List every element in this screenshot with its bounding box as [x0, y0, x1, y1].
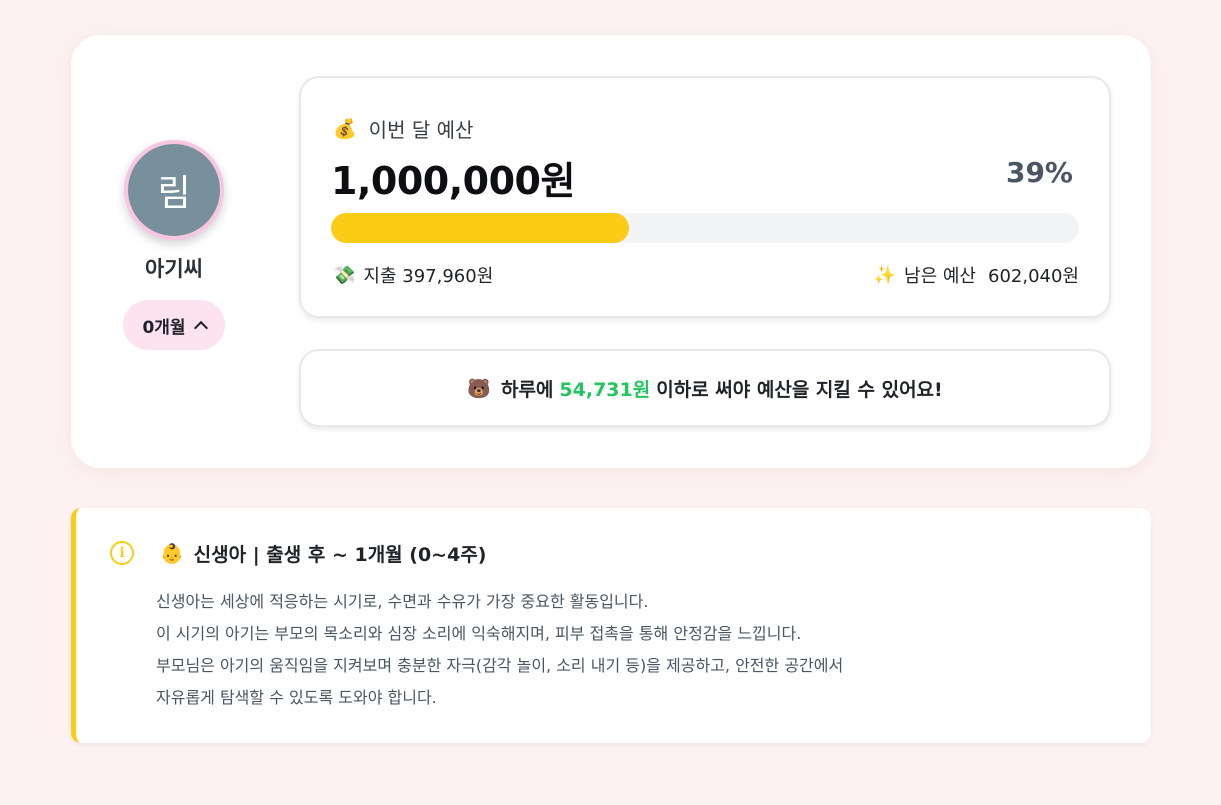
bear-icon: 🐻 — [467, 377, 491, 400]
development-info-card: i 👶 신생아 | 출생 후 ~ 1개월 (0~4주) 신생아는 세상에 적응하… — [71, 508, 1151, 743]
info-line: 자유롭게 탐색할 수 있도록 도와야 합니다. — [156, 688, 437, 707]
spent-label: 지출 397,960원 — [363, 266, 494, 287]
info-line: 부모님은 아기의 움직임을 지켜보며 충분한 자극(감각 놀이, 소리 내기 등… — [156, 656, 844, 675]
sparkles-icon: ✨ — [873, 264, 897, 286]
budget-title: 💰 이번 달 예산 — [333, 114, 473, 143]
budget-amount: 1,000,000원 — [331, 159, 575, 203]
avatar-initial: 림 — [157, 173, 191, 214]
info-title: 👶 신생아 | 출생 후 ~ 1개월 (0~4주) — [160, 540, 487, 567]
baby-icon: 👶 — [160, 543, 184, 565]
age-label: 0개월 — [142, 317, 186, 338]
budget-percent: 39% — [1005, 156, 1073, 189]
budget-title-text: 이번 달 예산 — [368, 118, 474, 142]
monthly-budget-card: 💰 이번 달 예산 1,000,000원 39% 💸 지출 397,960원 ✨… — [299, 76, 1111, 318]
info-line: 신생아는 세상에 적응하는 시기로, 수면과 수유가 가장 중요한 활동입니다. — [156, 592, 649, 611]
remaining-label: 남은 예산 — [904, 266, 976, 287]
baby-name: 아기씨 — [145, 257, 203, 281]
info-circle-icon: i — [110, 541, 134, 565]
budget-progress-bar — [331, 213, 1079, 243]
daily-prefix: 하루에 — [500, 378, 554, 401]
remaining-amount: 602,040원 — [988, 266, 1079, 287]
info-description: 신생아는 세상에 적응하는 시기로, 수면과 수유가 가장 중요한 활동입니다.… — [156, 586, 1116, 714]
info-line: 이 시기의 아기는 부모의 목소리와 심장 소리에 익숙해지며, 피부 접촉을 … — [156, 624, 802, 643]
remaining-summary: ✨ 남은 예산 602,040원 — [874, 262, 1079, 288]
spent-summary: 💸 지출 397,960원 — [333, 262, 493, 288]
chevron-up-icon — [193, 320, 208, 335]
baby-profile: 림 아기씨 0개월 — [71, 35, 299, 468]
money-bag-icon: 💰 — [333, 118, 357, 140]
info-title-text: 신생아 | 출생 후 ~ 1개월 (0~4주) — [193, 544, 487, 566]
daily-suffix: 이하로 써야 예산을 지킬 수 있어요! — [656, 378, 943, 401]
budget-summary-card: 림 아기씨 0개월 💰 이번 달 예산 1,000,000원 39% 💸 지출 … — [71, 35, 1151, 468]
daily-amount: 54,731원 — [559, 378, 651, 401]
age-selector-button[interactable]: 0개월 — [123, 300, 225, 350]
money-flying-icon: 💸 — [333, 264, 356, 286]
daily-limit-card: 🐻 하루에 54,731원 이하로 써야 예산을 지킬 수 있어요! — [299, 349, 1111, 427]
avatar[interactable]: 림 — [124, 140, 224, 240]
budget-progress-fill — [331, 213, 629, 243]
